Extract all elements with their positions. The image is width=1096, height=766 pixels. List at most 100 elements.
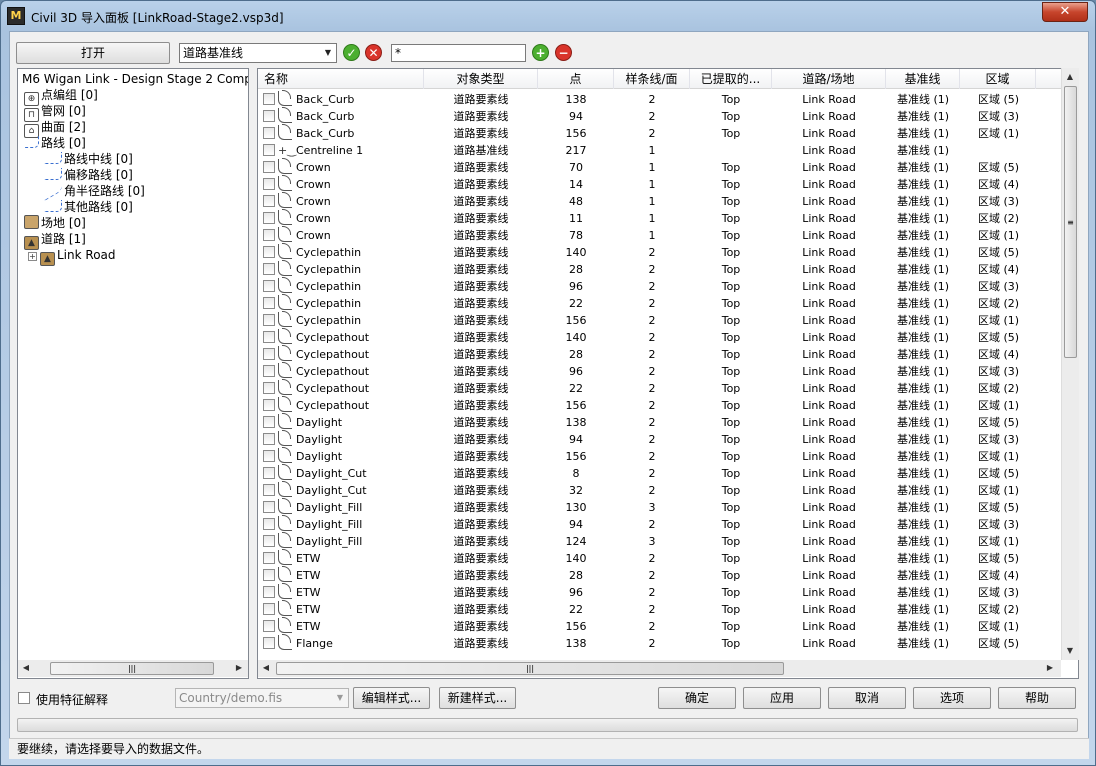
scroll-thumb[interactable]: ||| bbox=[276, 662, 784, 675]
table-row[interactable]: Cyclepathin 道路要素线 22 2 Top Link Road 基准线 (1) 区域… bbox=[258, 294, 1062, 312]
column-header-name[interactable]: 名称 bbox=[258, 69, 424, 89]
help-button[interactable]: 帮助 bbox=[998, 687, 1076, 709]
scroll-right-icon[interactable]: ▶ bbox=[1043, 661, 1057, 675]
column-header-corridor[interactable]: 道路/场地 bbox=[772, 69, 886, 89]
table-row[interactable]: Cyclepathout 道路要素线 22 2 Top Link Road 基准线 (1) 区… bbox=[258, 379, 1062, 397]
table-row[interactable]: Cyclepathin 道路要素线 140 2 Top Link Road 基准线 (1) 区… bbox=[258, 243, 1062, 261]
scroll-left-icon[interactable]: ◀ bbox=[259, 661, 273, 675]
table-row[interactable]: Cyclepathin 道路要素线 28 2 Top Link Road 基准线 (1) 区域… bbox=[258, 260, 1062, 278]
scroll-thumb[interactable]: ||| bbox=[50, 662, 214, 675]
row-checkbox[interactable] bbox=[263, 399, 275, 411]
row-checkbox[interactable] bbox=[263, 416, 275, 428]
grid-vertical-scrollbar[interactable]: ▲ ≡ ▼ bbox=[1061, 68, 1079, 660]
row-checkbox[interactable] bbox=[263, 331, 275, 343]
tree-item-link-road[interactable]: + ▲ Link Road bbox=[28, 247, 116, 266]
row-checkbox[interactable] bbox=[263, 178, 275, 190]
row-checkbox[interactable] bbox=[263, 535, 275, 547]
tree-item-corridors[interactable]: ▲ 道路 [1] bbox=[24, 231, 86, 250]
table-row[interactable]: Daylight_Cut 道路要素线 8 2 Top Link Road 基准线 (1) 区域… bbox=[258, 464, 1062, 482]
row-checkbox[interactable] bbox=[263, 314, 275, 326]
scroll-down-icon[interactable]: ▼ bbox=[1063, 644, 1077, 658]
data-tree[interactable]: M6 Wigan Link - Design Stage 2 Complete.… bbox=[17, 68, 249, 679]
row-checkbox[interactable] bbox=[263, 195, 275, 207]
tree-item-alignments[interactable]: 路线 [0] bbox=[24, 135, 86, 151]
table-row[interactable]: ETW 道路要素线 156 2 Top Link Road 基准线 (1) 区域 (1) bbox=[258, 617, 1062, 635]
expand-icon[interactable]: + bbox=[28, 252, 37, 261]
row-checkbox[interactable] bbox=[263, 212, 275, 224]
row-checkbox[interactable] bbox=[263, 297, 275, 309]
row-checkbox[interactable] bbox=[263, 263, 275, 275]
object-grid[interactable]: 名称 对象类型 点 样条线/面 已提取的... 道路/场地 基准线 区域 Bac… bbox=[257, 68, 1079, 679]
row-checkbox[interactable] bbox=[263, 365, 275, 377]
column-header-baseline[interactable]: 基准线 bbox=[886, 69, 960, 89]
tree-horizontal-scrollbar[interactable]: ◀ ||| ▶ bbox=[18, 660, 248, 677]
tree-root[interactable]: M6 Wigan Link - Design Stage 2 Complete.… bbox=[22, 71, 248, 87]
cancel-button[interactable]: 取消 bbox=[828, 687, 906, 709]
column-header-points[interactable]: 点 bbox=[538, 69, 614, 89]
row-checkbox[interactable] bbox=[263, 161, 275, 173]
scroll-thumb[interactable]: ≡ bbox=[1064, 86, 1077, 358]
row-checkbox[interactable] bbox=[263, 348, 275, 360]
row-checkbox[interactable] bbox=[263, 552, 275, 564]
table-row[interactable]: Daylight_Fill 道路要素线 94 2 Top Link Road 基准线 (1)… bbox=[258, 515, 1062, 533]
tree-item-centerline[interactable]: 路线中线 [0] bbox=[44, 151, 133, 167]
name-filter-input[interactable]: * bbox=[391, 44, 526, 62]
table-row[interactable]: Back_Curb 道路要素线 94 2 Top Link Road 基准线 (1) 区域 (… bbox=[258, 107, 1062, 125]
plus-icon[interactable]: + bbox=[532, 44, 549, 61]
table-row[interactable]: Crown 道路要素线 48 1 Top Link Road 基准线 (1) 区域 (3) bbox=[258, 192, 1062, 210]
table-row[interactable]: Cyclepathin 道路要素线 156 2 Top Link Road 基准线 (1) 区… bbox=[258, 311, 1062, 329]
tree-item-sites[interactable]: 场地 [0] bbox=[24, 215, 86, 231]
table-row[interactable]: ETW 道路要素线 22 2 Top Link Road 基准线 (1) 区域 (2) bbox=[258, 600, 1062, 618]
tree-item-pipe-networks[interactable]: ⊓ 管网 [0] bbox=[24, 103, 86, 122]
row-checkbox[interactable] bbox=[263, 229, 275, 241]
table-row[interactable]: Crown 道路要素线 11 1 Top Link Road 基准线 (1) 区域 (2) bbox=[258, 209, 1062, 227]
row-checkbox[interactable] bbox=[263, 467, 275, 479]
row-checkbox[interactable] bbox=[263, 518, 275, 530]
table-row[interactable]: Cyclepathin 道路要素线 96 2 Top Link Road 基准线 (1) 区域… bbox=[258, 277, 1062, 295]
row-checkbox[interactable] bbox=[263, 246, 275, 258]
column-header-region[interactable]: 区域 bbox=[960, 69, 1036, 89]
table-row[interactable]: Daylight 道路要素线 156 2 Top Link Road 基准线 (1) 区域 (… bbox=[258, 447, 1062, 465]
table-row[interactable]: Crown 道路要素线 14 1 Top Link Road 基准线 (1) 区域 (4) bbox=[258, 175, 1062, 193]
row-checkbox[interactable] bbox=[263, 484, 275, 496]
apply-button[interactable]: 应用 bbox=[743, 687, 821, 709]
table-row[interactable]: ETW 道路要素线 140 2 Top Link Road 基准线 (1) 区域 (5) bbox=[258, 549, 1062, 567]
tree-item-misc[interactable]: 其他路线 [0] bbox=[44, 199, 133, 215]
row-checkbox[interactable] bbox=[263, 569, 275, 581]
row-checkbox[interactable] bbox=[263, 433, 275, 445]
table-row[interactable]: Daylight 道路要素线 138 2 Top Link Road 基准线 (1) 区域 (… bbox=[258, 413, 1062, 431]
column-header-type[interactable]: 对象类型 bbox=[424, 69, 538, 89]
scroll-left-icon[interactable]: ◀ bbox=[19, 661, 33, 675]
table-row[interactable]: Daylight 道路要素线 94 2 Top Link Road 基准线 (1) 区域 (3… bbox=[258, 430, 1062, 448]
row-checkbox[interactable] bbox=[263, 93, 275, 105]
fis-file-dropdown[interactable]: Country/demo.fis ▼ bbox=[175, 688, 349, 708]
table-row[interactable]: Crown 道路要素线 70 1 Top Link Road 基准线 (1) 区域 (5) bbox=[258, 158, 1062, 176]
table-row[interactable]: Daylight_Fill 道路要素线 130 3 Top Link Road 基准线 (1… bbox=[258, 498, 1062, 516]
row-checkbox[interactable] bbox=[263, 586, 275, 598]
tree-item-point-groups[interactable]: ⊕ 点编组 [0] bbox=[24, 87, 98, 106]
table-row[interactable]: Cyclepathout 道路要素线 140 2 Top Link Road 基准线 (1)… bbox=[258, 328, 1062, 346]
table-row[interactable]: Cyclepathout 道路要素线 28 2 Top Link Road 基准线 (1) 区… bbox=[258, 345, 1062, 363]
scroll-right-icon[interactable]: ▶ bbox=[232, 661, 246, 675]
row-checkbox[interactable] bbox=[263, 637, 275, 649]
table-row[interactable]: Cyclepathout 道路要素线 96 2 Top Link Road 基准线 (1) 区… bbox=[258, 362, 1062, 380]
row-checkbox[interactable] bbox=[263, 382, 275, 394]
tree-item-surfaces[interactable]: ⌂ 曲面 [2] bbox=[24, 119, 86, 138]
row-checkbox[interactable] bbox=[263, 450, 275, 462]
row-checkbox[interactable] bbox=[263, 144, 275, 156]
table-row[interactable]: Daylight_Cut 道路要素线 32 2 Top Link Road 基准线 (1) 区… bbox=[258, 481, 1062, 499]
use-feature-checkbox[interactable] bbox=[18, 692, 30, 704]
column-header-splines[interactable]: 样条线/面 bbox=[614, 69, 690, 89]
table-row[interactable]: Cyclepathout 道路要素线 156 2 Top Link Road 基准线 (1)… bbox=[258, 396, 1062, 414]
check-icon[interactable]: ✓ bbox=[343, 44, 360, 61]
grid-horizontal-scrollbar[interactable]: ◀ ||| ▶ bbox=[258, 660, 1061, 677]
table-row[interactable]: +‿ Centreline 1 道路基准线 217 1 Link Road 基准线 (1) bbox=[258, 142, 1062, 159]
title-bar[interactable]: M Civil 3D 导入面板 [LinkRoad-Stage2.vsp3d] … bbox=[1, 1, 1095, 31]
new-style-button[interactable]: 新建样式... bbox=[439, 687, 516, 709]
row-checkbox[interactable] bbox=[263, 127, 275, 139]
column-header-extracted[interactable]: 已提取的... bbox=[690, 69, 772, 89]
open-button[interactable]: 打开 bbox=[16, 42, 170, 64]
close-button[interactable]: ✕ bbox=[1042, 2, 1088, 22]
object-type-dropdown[interactable]: 道路基准线 ▼ bbox=[179, 43, 337, 63]
table-row[interactable]: ETW 道路要素线 28 2 Top Link Road 基准线 (1) 区域 (4) bbox=[258, 566, 1062, 584]
